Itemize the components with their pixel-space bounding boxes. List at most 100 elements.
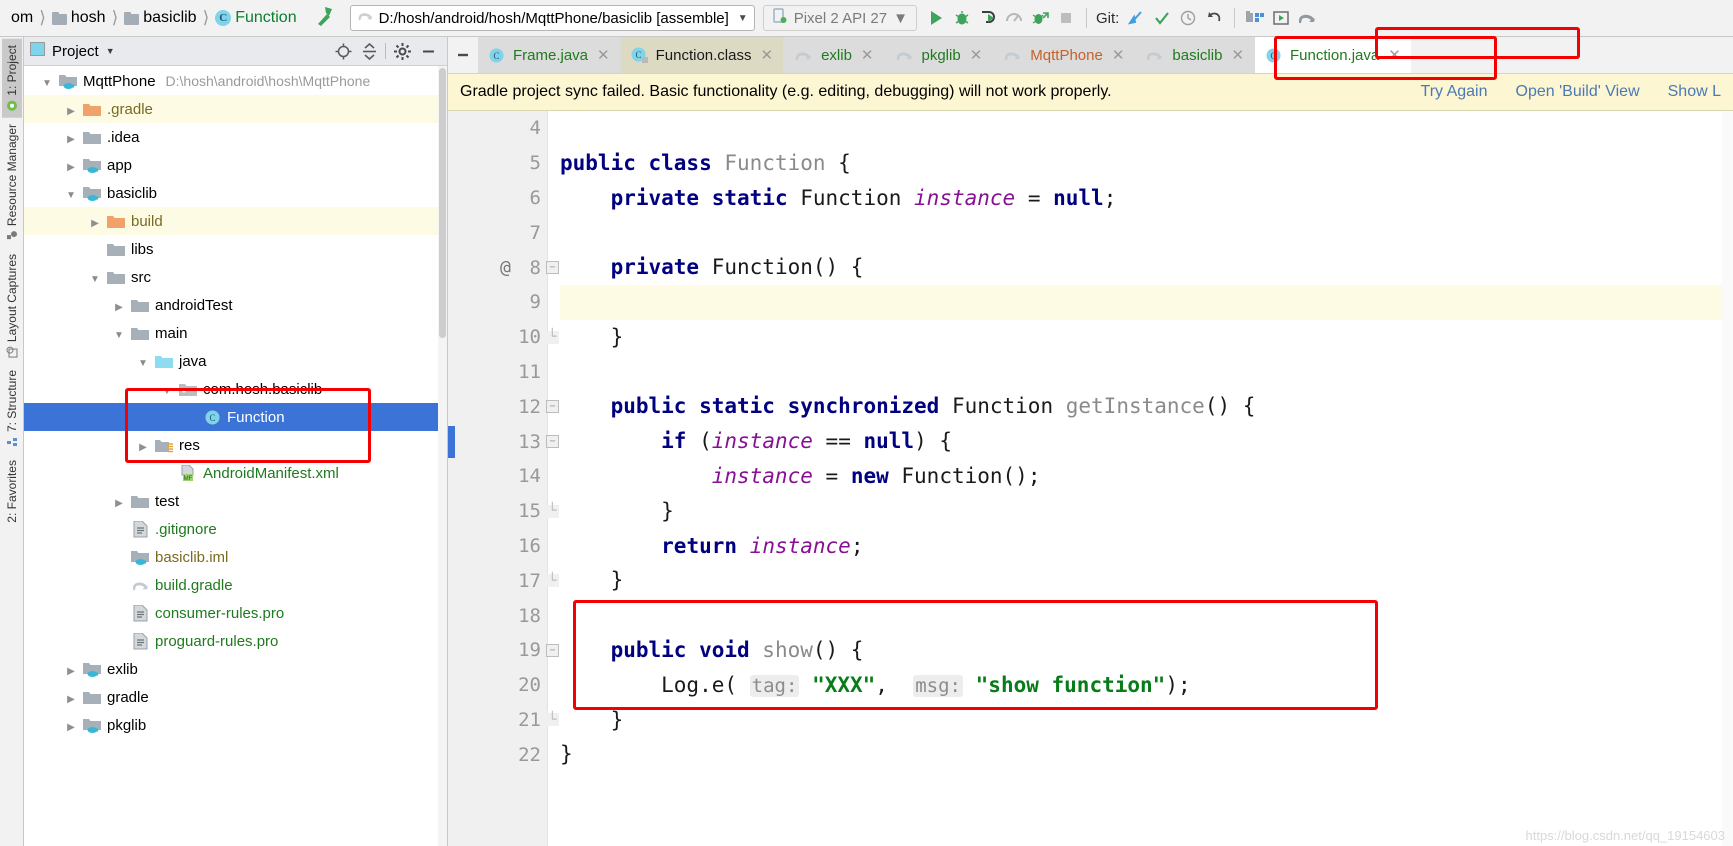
close-icon[interactable]: ✕: [1231, 46, 1244, 64]
tool-window-favorites[interactable]: 2: Favorites: [2, 454, 22, 529]
gutter-line-14[interactable]: 14: [448, 459, 547, 494]
build-hammer-icon[interactable]: [314, 4, 338, 32]
changed-lines-marker[interactable]: [448, 426, 455, 459]
hide-icon[interactable]: [415, 39, 441, 63]
code-line-15[interactable]: }: [560, 494, 1733, 529]
breadcrumb-item-3[interactable]: C Function: [212, 9, 299, 27]
editor-tab-mqttphone[interactable]: MqttPhone ✕: [993, 37, 1136, 73]
chevron-down-icon[interactable]: ▼: [106, 46, 115, 56]
code-line-11[interactable]: [560, 355, 1733, 390]
avd-manager-icon[interactable]: [1242, 5, 1268, 31]
hide-editor-tabs-icon[interactable]: [448, 37, 478, 73]
run-icon[interactable]: [923, 5, 949, 31]
chevron-down-icon[interactable]: ▼: [84, 269, 106, 286]
breadcrumb-item-1[interactable]: hosh: [49, 9, 109, 27]
project-tree[interactable]: ▼ MqttPhone D:\hosh\android\hosh\MqttPhone…: [24, 66, 447, 846]
chevron-down-icon[interactable]: ▼: [108, 325, 130, 342]
chevron-right-icon[interactable]: ▶: [60, 689, 82, 706]
gutter-line-8[interactable]: @8−: [448, 250, 559, 285]
gutter-line-6[interactable]: 6: [448, 181, 547, 216]
editor-tab-function-java[interactable]: C Function.java ✕: [1255, 37, 1411, 73]
stop-icon[interactable]: [1053, 5, 1079, 31]
tree-row-src[interactable]: ▼ src: [24, 263, 447, 291]
code-line-10[interactable]: }: [560, 320, 1733, 355]
chevron-right-icon[interactable]: ▶: [84, 213, 106, 230]
chevron-right-icon[interactable]: ▶: [108, 493, 130, 510]
chevron-right-icon[interactable]: ▶: [60, 157, 82, 174]
tree-row-androidtest[interactable]: ▶ androidTest: [24, 291, 447, 319]
code-line-16[interactable]: return instance;: [560, 529, 1733, 564]
code-editor[interactable]: 4 5 6 7 @8−9 10 └ 11 12−13−14 15 └ 16 17 └ 18 19−20 21 └ 2…: [448, 111, 1733, 846]
sdk-manager-icon[interactable]: [1268, 5, 1294, 31]
profiler-icon[interactable]: [1001, 5, 1027, 31]
gutter-line-20[interactable]: 20: [448, 668, 547, 703]
tree-row-function[interactable]: C Function: [24, 403, 447, 431]
tree-row-consumer-rules-pro[interactable]: consumer-rules.pro: [24, 599, 447, 627]
tool-window-project[interactable]: 1: Project: [1, 39, 22, 118]
tree-scrollbar-thumb[interactable]: [439, 68, 446, 338]
tree-row-main[interactable]: ▼ main: [24, 319, 447, 347]
open-build-view-link[interactable]: Open 'Build' View: [1516, 83, 1640, 101]
tree-scrollbar[interactable]: [438, 66, 447, 846]
editor-tab-function-class[interactable]: C Function.class ✕: [620, 37, 785, 73]
code-line-20[interactable]: Log.e( tag: "XXX", msg: "show function")…: [560, 668, 1733, 703]
tree-row--gitignore[interactable]: .gitignore: [24, 515, 447, 543]
tree-row-java[interactable]: ▼ java: [24, 347, 447, 375]
run-with-coverage-icon[interactable]: [975, 5, 1001, 31]
chevron-right-icon[interactable]: ▶: [60, 717, 82, 734]
code-line-6[interactable]: private static Function instance = null;: [560, 181, 1733, 216]
chevron-right-icon[interactable]: ▶: [60, 129, 82, 146]
tree-row-gradle[interactable]: ▶ gradle: [24, 683, 447, 711]
attach-debugger-icon[interactable]: [1027, 5, 1053, 31]
commit-icon[interactable]: [1149, 5, 1175, 31]
code-line-19[interactable]: public void show() {: [560, 633, 1733, 668]
show-log-link[interactable]: Show L: [1668, 83, 1721, 101]
gutter-line-10[interactable]: 10 └: [448, 320, 559, 355]
tree-row-com-hosh-basiclib[interactable]: ▼ com.hosh.basiclib: [24, 375, 447, 403]
gutter-line-18[interactable]: 18: [448, 598, 547, 633]
gutter-line-4[interactable]: 4: [448, 111, 547, 146]
gutter-line-15[interactable]: 15 └: [448, 494, 559, 529]
tree-row--idea[interactable]: ▶ .idea: [24, 123, 447, 151]
gutter-line-22[interactable]: 22: [448, 737, 547, 772]
tree-row-basiclib[interactable]: ▼ basiclib: [24, 179, 447, 207]
tree-row-build-gradle[interactable]: build.gradle: [24, 571, 447, 599]
chevron-down-icon[interactable]: ▼: [156, 381, 178, 398]
tree-row-mqttphone[interactable]: ▼ MqttPhone D:\hosh\android\hosh\MqttPhone: [24, 67, 447, 95]
editor-gutter[interactable]: 4 5 6 7 @8−9 10 └ 11 12−13−14 15 └ 16 17 └ 18 19−20 21 └ 2…: [448, 111, 559, 846]
gear-icon[interactable]: [389, 39, 415, 63]
editor-code[interactable]: public class Function { private static F…: [548, 111, 1733, 846]
code-line-18[interactable]: [560, 598, 1733, 633]
rollback-icon[interactable]: [1201, 5, 1227, 31]
gutter-line-11[interactable]: 11: [448, 355, 547, 390]
breadcrumb-item-2[interactable]: basiclib: [121, 9, 199, 27]
gutter-annotation-icon[interactable]: @: [500, 257, 511, 278]
tool-window-resource-manager[interactable]: Resource Manager: [2, 118, 22, 248]
tree-row-pkglib[interactable]: ▶ pkglib: [24, 711, 447, 739]
close-icon[interactable]: ✕: [861, 46, 874, 64]
editor-tab-frame-java[interactable]: C Frame.java ✕: [478, 37, 621, 73]
code-line-17[interactable]: }: [560, 563, 1733, 598]
gutter-line-13[interactable]: 13−: [448, 424, 559, 459]
chevron-right-icon[interactable]: ▶: [132, 437, 154, 454]
gutter-line-9[interactable]: 9: [448, 285, 547, 320]
tree-row-libs[interactable]: libs: [24, 235, 447, 263]
gradle-sync-icon[interactable]: [1294, 5, 1320, 31]
code-line-7[interactable]: [560, 215, 1733, 250]
tree-row-test[interactable]: ▶ test: [24, 487, 447, 515]
gutter-line-5[interactable]: 5: [448, 146, 547, 181]
gutter-line-16[interactable]: 16: [448, 529, 547, 564]
tree-row-androidmanifest-xml[interactable]: MF AndroidManifest.xml: [24, 459, 447, 487]
tree-row--gradle[interactable]: ▶ .gradle: [24, 95, 447, 123]
tree-row-exlib[interactable]: ▶ exlib: [24, 655, 447, 683]
close-icon[interactable]: ✕: [760, 46, 773, 64]
code-line-14[interactable]: instance = new Function();: [560, 459, 1733, 494]
gutter-line-12[interactable]: 12−: [448, 389, 559, 424]
run-configuration-selector[interactable]: D:/hosh/android/hosh/MqttPhone/basiclib …: [349, 5, 755, 31]
code-line-4[interactable]: [560, 111, 1733, 146]
tree-row-proguard-rules-pro[interactable]: proguard-rules.pro: [24, 627, 447, 655]
editor-tab-exlib[interactable]: exlib ✕: [784, 37, 885, 73]
code-line-8[interactable]: private Function() {: [560, 250, 1733, 285]
chevron-down-icon[interactable]: ▼: [132, 353, 154, 370]
tree-row-app[interactable]: ▶ app: [24, 151, 447, 179]
